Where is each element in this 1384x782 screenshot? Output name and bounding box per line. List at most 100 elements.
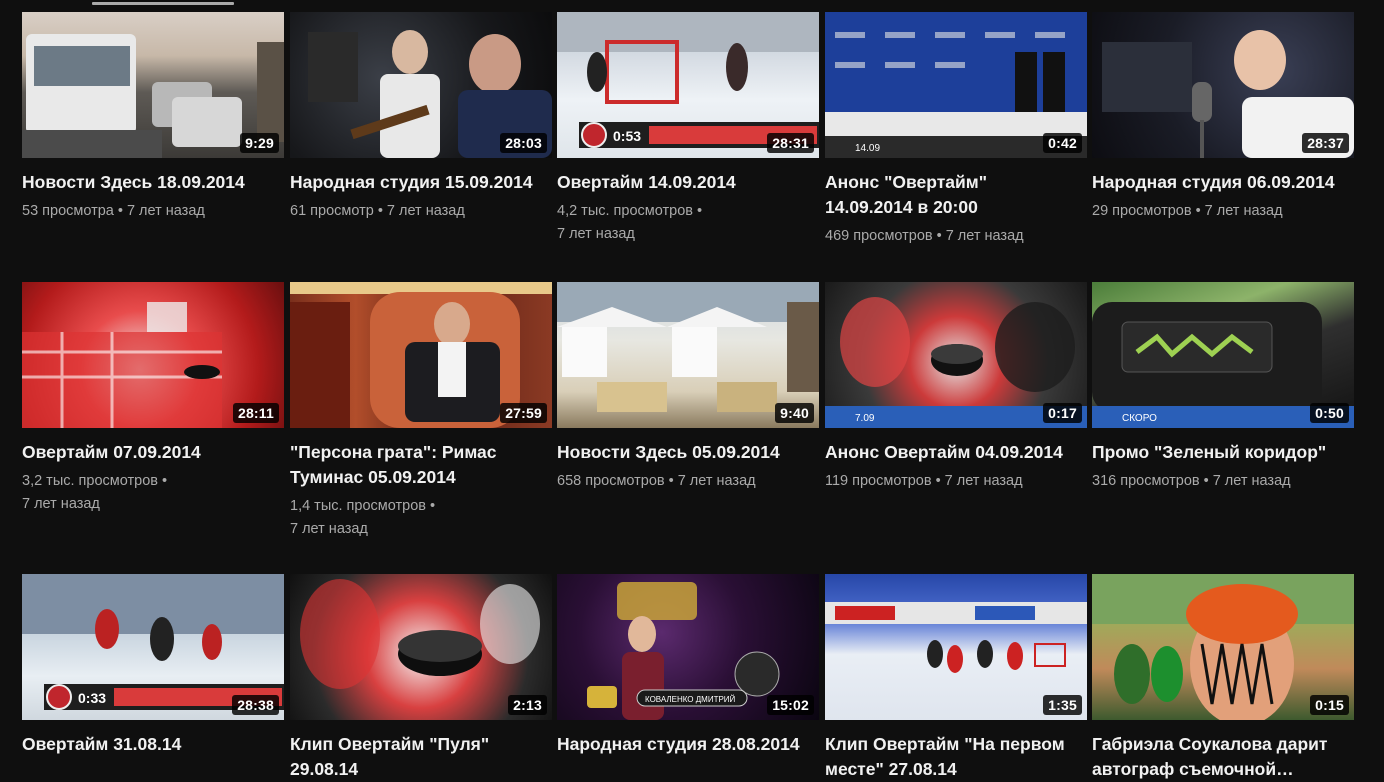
video-thumbnail[interactable]: 1:35 <box>825 574 1087 720</box>
duration-badge: 28:11 <box>232 403 279 423</box>
view-count: 53 просмотра <box>22 203 114 219</box>
duration-badge: 27:59 <box>500 403 547 423</box>
video-title[interactable]: Народная студия 28.08.2014 <box>557 732 807 757</box>
video-thumbnail[interactable]: 28:03 <box>290 12 552 158</box>
video-card[interactable]: 7.09 0:17 Анонс Овертайм 04.09.2014 119 … <box>825 282 1087 493</box>
duration-badge: 0:42 <box>1043 133 1082 153</box>
video-meta: 316 просмотров • 7 лет назад <box>1092 470 1332 493</box>
video-card[interactable]: 28:03 Народная студия 15.09.2014 61 прос… <box>290 12 552 223</box>
view-count: 61 просмотр <box>290 203 374 219</box>
upload-age: 7 лет назад <box>557 226 635 242</box>
video-thumbnail[interactable]: 14.09 0:42 <box>825 12 1087 158</box>
video-card[interactable]: 1:35 Клип Овертайм "На первом месте" 27.… <box>825 574 1087 782</box>
video-card[interactable]: 0:15 Габриэла Соукалова дарит автограф с… <box>1092 574 1354 782</box>
video-card[interactable]: СКОРО 0:50 Промо "Зеленый коридор" 316 п… <box>1092 282 1354 493</box>
video-meta: 469 просмотров • 7 лет назад <box>825 225 1065 248</box>
meta-separator: • <box>1195 203 1201 219</box>
duration-badge: 9:29 <box>240 133 279 153</box>
video-thumbnail[interactable]: 9:29 <box>22 12 284 158</box>
video-title[interactable]: "Персона грата": Римас Туминас 05.09.201… <box>290 440 540 490</box>
video-card[interactable]: 9:40 Новости Здесь 05.09.2014 658 просмо… <box>557 282 819 493</box>
video-thumbnail[interactable]: 28:37 <box>1092 12 1354 158</box>
video-thumbnail[interactable]: 0:15 <box>1092 574 1354 720</box>
view-count: 469 просмотров <box>825 228 933 244</box>
upload-age: 7 лет назад <box>290 521 368 537</box>
video-thumbnail[interactable]: 0:53 28:31 <box>557 12 819 158</box>
duration-badge: 28:38 <box>232 695 279 715</box>
ticker-date: 14.09 <box>855 143 880 154</box>
video-title[interactable]: Габриэла Соукалова дарит автограф съемоч… <box>1092 732 1342 782</box>
video-card[interactable]: 28:37 Народная студия 06.09.2014 29 прос… <box>1092 12 1354 223</box>
view-count: 658 просмотров <box>557 473 665 489</box>
duration-badge: 1:35 <box>1043 695 1082 715</box>
ticker-soon: СКОРО <box>1122 413 1157 424</box>
video-meta: 3,2 тыс. просмотров • 7 лет назад <box>22 470 262 516</box>
video-title[interactable]: Новости Здесь 18.09.2014 <box>22 170 272 195</box>
video-card[interactable]: 14.09 0:42 Анонс "Овертайм" 14.09.2014 в… <box>825 12 1087 248</box>
video-title[interactable]: Народная студия 06.09.2014 <box>1092 170 1342 195</box>
video-thumbnail[interactable]: 27:59 <box>290 282 552 428</box>
duration-badge: 28:31 <box>767 133 814 153</box>
meta-separator: • <box>161 473 168 489</box>
view-count: 119 просмотров <box>825 473 932 489</box>
video-title[interactable]: Клип Овертайм "На первом месте" 27.08.14 <box>825 732 1075 782</box>
ticker-date: 7.09 <box>855 413 875 424</box>
meta-separator: • <box>696 203 703 219</box>
duration-badge: 0:17 <box>1043 403 1082 423</box>
video-thumbnail[interactable]: КОВАЛЕНКО ДМИТРИЙ 15:02 <box>557 574 819 720</box>
score-clock: 0:33 <box>78 690 106 706</box>
video-thumbnail[interactable]: 2:13 <box>290 574 552 720</box>
video-thumbnail[interactable]: 28:11 <box>22 282 284 428</box>
video-thumbnail[interactable]: 0:33 28:38 <box>22 574 284 720</box>
meta-separator: • <box>377 203 383 219</box>
view-count: 4,2 тыс. просмотров <box>557 203 693 219</box>
video-title[interactable]: Овертайм 14.09.2014 <box>557 170 807 195</box>
upload-age: 7 лет назад <box>1204 203 1283 219</box>
view-count: 29 просмотров <box>1092 203 1192 219</box>
view-count: 1,4 тыс. просмотров <box>290 498 426 514</box>
score-clock: 0:53 <box>613 128 641 144</box>
upload-age: 7 лет назад <box>1212 473 1291 489</box>
upload-age: 7 лет назад <box>945 228 1024 244</box>
video-card[interactable]: 9:29 Новости Здесь 18.09.2014 53 просмот… <box>22 12 284 223</box>
video-title[interactable]: Анонс "Овертайм" 14.09.2014 в 20:00 <box>825 170 1075 220</box>
meta-separator: • <box>429 498 436 514</box>
video-thumbnail[interactable]: 7.09 0:17 <box>825 282 1087 428</box>
video-title[interactable]: Новости Здесь 05.09.2014 <box>557 440 807 465</box>
view-count: 316 просмотров <box>1092 473 1200 489</box>
meta-separator: • <box>117 203 123 219</box>
video-title[interactable]: Народная студия 15.09.2014 <box>290 170 540 195</box>
guest-name-caption: КОВАЛЕНКО ДМИТРИЙ <box>645 695 736 704</box>
video-title[interactable]: Овертайм 31.08.14 <box>22 732 272 757</box>
meta-separator: • <box>935 473 941 489</box>
upload-age: 7 лет назад <box>386 203 465 219</box>
video-card[interactable]: 0:33 28:38 Овертайм 31.08.14 <box>22 574 284 757</box>
video-title[interactable]: Овертайм 07.09.2014 <box>22 440 272 465</box>
duration-badge: 0:50 <box>1310 403 1349 423</box>
video-title[interactable]: Промо "Зеленый коридор" <box>1092 440 1342 465</box>
video-card[interactable]: КОВАЛЕНКО ДМИТРИЙ 15:02 Народная студия … <box>557 574 819 757</box>
meta-separator: • <box>668 473 674 489</box>
video-card[interactable]: 0:53 28:31 Овертайм 14.09.2014 4,2 тыс. … <box>557 12 819 246</box>
video-title[interactable]: Клип Овертайм "Пуля" 29.08.14 <box>290 732 540 782</box>
video-meta: 4,2 тыс. просмотров • 7 лет назад <box>557 200 797 246</box>
video-thumbnail[interactable]: 9:40 <box>557 282 819 428</box>
video-card[interactable]: 2:13 Клип Овертайм "Пуля" 29.08.14 <box>290 574 552 782</box>
video-meta: 29 просмотров • 7 лет назад <box>1092 200 1332 223</box>
duration-badge: 28:37 <box>1302 133 1349 153</box>
video-meta: 119 просмотров • 7 лет назад <box>825 470 1065 493</box>
duration-badge: 15:02 <box>767 695 814 715</box>
tab-bar <box>0 0 1384 8</box>
duration-badge: 9:40 <box>775 403 814 423</box>
video-card[interactable]: 27:59 "Персона грата": Римас Туминас 05.… <box>290 282 552 541</box>
video-meta: 61 просмотр • 7 лет назад <box>290 200 530 223</box>
active-tab-indicator <box>92 2 234 5</box>
meta-separator: • <box>936 228 942 244</box>
video-card[interactable]: 28:11 Овертайм 07.09.2014 3,2 тыс. просм… <box>22 282 284 516</box>
video-title[interactable]: Анонс Овертайм 04.09.2014 <box>825 440 1075 465</box>
duration-badge: 0:15 <box>1310 695 1349 715</box>
upload-age: 7 лет назад <box>126 203 205 219</box>
video-thumbnail[interactable]: СКОРО 0:50 <box>1092 282 1354 428</box>
view-count: 3,2 тыс. просмотров <box>22 473 158 489</box>
upload-age: 7 лет назад <box>677 473 756 489</box>
